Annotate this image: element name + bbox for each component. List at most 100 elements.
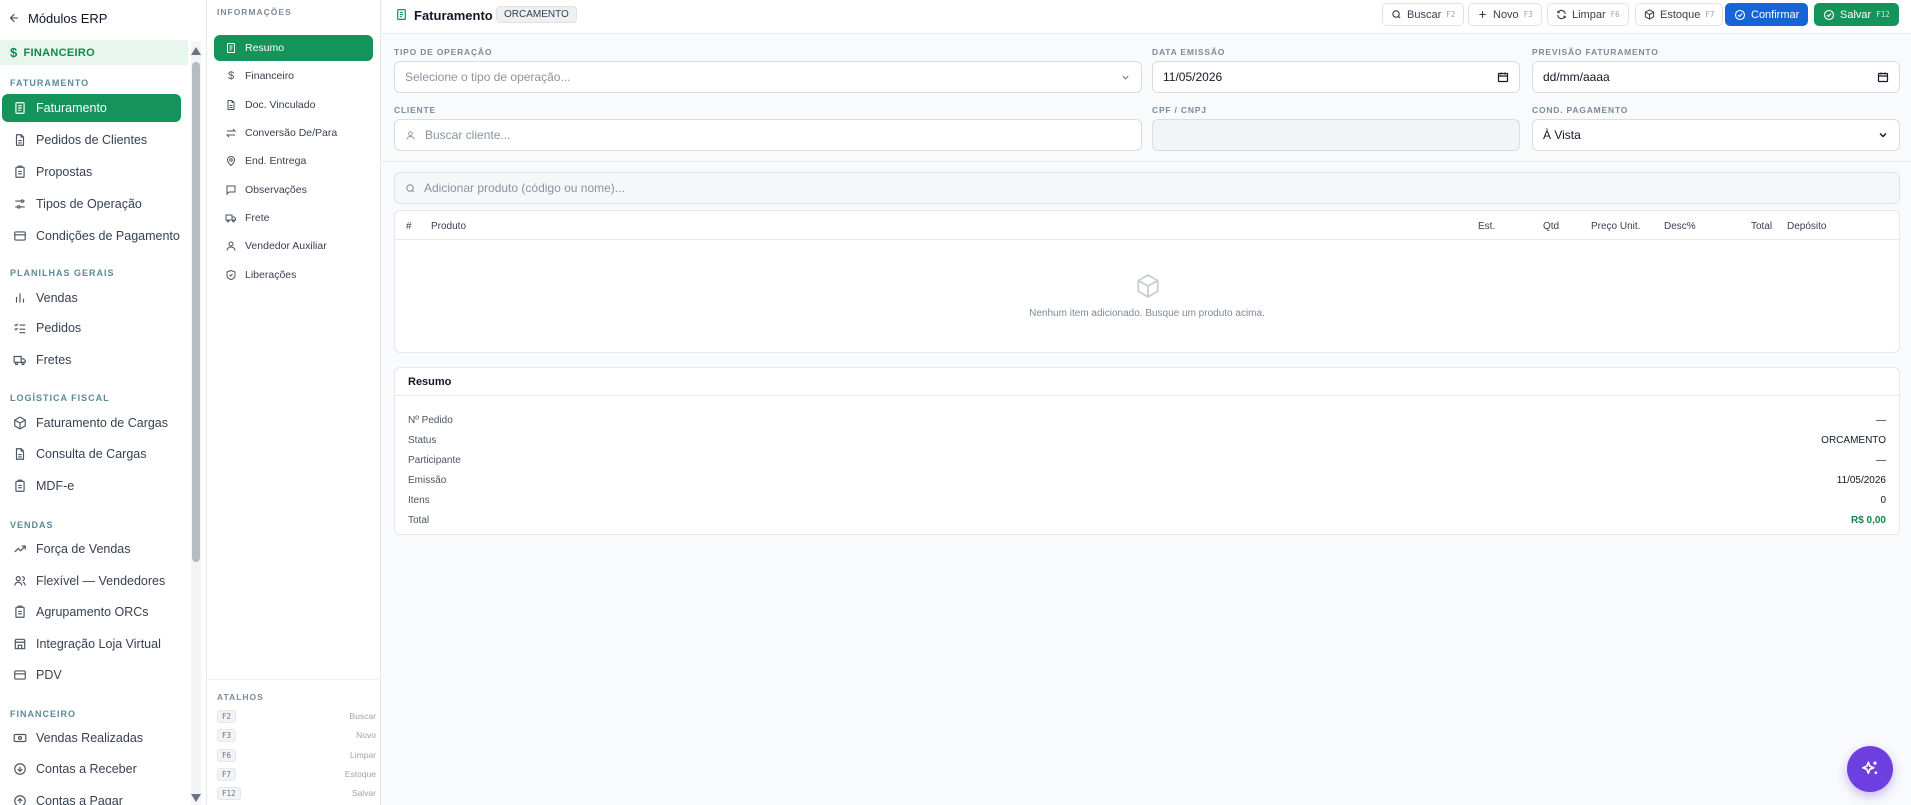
date-value: 11/05/2026	[1163, 70, 1223, 84]
clipboard-icon	[15, 165, 25, 178]
scroll-up-arrow[interactable]	[191, 47, 201, 55]
sidebar-item-faturamento[interactable]: Faturamento	[2, 94, 181, 122]
calendar-icon[interactable]	[1877, 71, 1889, 83]
shield-check-icon	[226, 269, 236, 281]
sliders-icon	[15, 199, 25, 209]
sidebar-item-mdfe[interactable]: MDF-e	[2, 472, 181, 500]
product-search-input[interactable]: Adicionar produto (código ou nome)...	[394, 172, 1900, 204]
estoque-button[interactable]: Estoque F7	[1635, 3, 1724, 26]
sidebar-item-contas-pagar[interactable]: Contas a Pagar	[2, 787, 181, 805]
confirmar-button[interactable]: Confirmar	[1725, 3, 1809, 26]
back-to-modules[interactable]: Módulos ERP	[0, 0, 206, 36]
column-header-preco: Preço Unit.	[1591, 221, 1641, 232]
calendar-icon[interactable]	[1497, 71, 1509, 83]
sidebar-item-fretes[interactable]: Fretes	[2, 346, 181, 374]
ai-assistant-button[interactable]	[1847, 746, 1893, 792]
subnav-item-doc-vinculado[interactable]: Doc. Vinculado	[214, 92, 373, 118]
shortcut-label: Limpar	[350, 750, 376, 760]
sidebar-item-contas-receber[interactable]: Contas a Receber	[2, 755, 181, 783]
arrow-down-circle-icon	[14, 763, 26, 775]
column-header-deposito: Depósito	[1787, 221, 1827, 232]
sidebar-scrollbar[interactable]	[191, 42, 201, 805]
search-icon	[406, 183, 415, 193]
buscar-button[interactable]: Buscar F2	[1382, 3, 1465, 26]
shortcut-hint: F2	[1446, 10, 1456, 19]
shortcut-label: Salvar	[351, 788, 376, 798]
subnav-item-liberacoes[interactable]: Liberações	[214, 262, 373, 288]
sidebar-item-label: Flexível — Vendedores	[36, 574, 166, 588]
subnav-item-vendedor-auxiliar[interactable]: Vendedor Auxiliar	[214, 233, 373, 259]
subnav-title: INFORMAÇÕES	[217, 7, 292, 17]
data-emissao-input[interactable]: 11/05/2026	[1152, 61, 1520, 93]
subnav-item-financeiro[interactable]: $ Financeiro	[214, 63, 373, 89]
cond-pagamento-select[interactable]: À Vista	[1532, 119, 1900, 151]
column-header-total: Total	[1751, 221, 1773, 232]
package-icon	[1137, 274, 1159, 298]
date-value: dd/mm/aaaa	[1543, 70, 1610, 84]
top-toolbar: Faturamento ORCAMENTO Buscar F2 Novo F3 …	[382, 0, 1911, 34]
sidebar-item-vendas[interactable]: Vendas	[2, 284, 181, 312]
sidebar-item-label: Contas a Pagar	[36, 794, 123, 805]
novo-button[interactable]: Novo F3	[1468, 3, 1542, 26]
sidebar-item-forca-vendas[interactable]: Força de Vendas	[2, 535, 181, 563]
subnav-item-conversao[interactable]: Conversão De/Para	[214, 120, 373, 146]
clipboard-icon	[15, 479, 25, 492]
sidebar-section-header[interactable]: $ FINANCEIRO	[0, 40, 188, 65]
summary-value: —	[1876, 415, 1886, 426]
summary-title: Resumo	[395, 368, 1899, 396]
sidebar-item-flexivel[interactable]: Flexível — Vendedores	[2, 567, 181, 595]
sidebar-item-label: Tipos de Operação	[36, 197, 142, 211]
subnav-item-observacoes[interactable]: Observações	[214, 177, 373, 203]
limpar-button[interactable]: Limpar F6	[1547, 3, 1629, 26]
sidebar-item-pdv[interactable]: PDV	[2, 661, 181, 689]
sidebar-item-condicoes-pagamento[interactable]: Condições de Pagamento	[2, 222, 181, 250]
summary-label: Status	[408, 435, 437, 446]
arrows-left-right-icon	[225, 128, 237, 138]
scroll-down-arrow[interactable]	[191, 794, 201, 802]
search-icon	[1392, 10, 1401, 19]
refresh-icon	[1557, 9, 1566, 20]
subnav-item-end-entrega[interactable]: End. Entrega	[214, 148, 373, 174]
column-header-produto: Produto	[431, 221, 467, 232]
summary-value: 0	[1880, 495, 1886, 506]
sidebar-item-agrupamento[interactable]: Agrupamento ORCs	[2, 598, 181, 626]
tipo-operacao-label: TIPO DE OPERAÇÃO	[394, 47, 493, 57]
bar-chart-icon	[15, 293, 25, 303]
sidebar-item-label: Faturamento de Cargas	[36, 416, 169, 430]
sidebar-item-faturamento-cargas[interactable]: Faturamento de Cargas	[2, 409, 181, 437]
shortcut-row: F12 Salvar	[217, 786, 376, 800]
sidebar-item-consulta-cargas[interactable]: Consulta de Cargas	[2, 440, 181, 468]
subnav-item-label: Liberações	[245, 269, 297, 281]
column-header-desc: Desc%	[1664, 221, 1696, 232]
shortcut-hint: F6	[1610, 10, 1620, 19]
sidebar-item-vendas-realizadas[interactable]: Vendas Realizadas	[2, 724, 181, 752]
sidebar-item-pedidos[interactable]: Pedidos	[2, 314, 181, 342]
button-label: Confirmar	[1751, 8, 1800, 21]
cliente-search-input[interactable]: Buscar cliente...	[394, 119, 1142, 151]
arrow-up-circle-icon	[14, 795, 26, 805]
button-label: Salvar	[1840, 8, 1872, 21]
back-label: Módulos ERP	[28, 10, 108, 26]
plus-icon	[1479, 11, 1486, 18]
cpf-cnpj-label: CPF / CNPJ	[1152, 105, 1207, 115]
sidebar-item-loja-virtual[interactable]: Integração Loja Virtual	[2, 630, 181, 658]
sidebar-item-propostas[interactable]: Propostas	[2, 158, 181, 186]
scrollbar-thumb[interactable]	[192, 62, 200, 562]
subnav-item-frete[interactable]: Frete	[214, 205, 373, 231]
summary-row: Emissão 11/05/2026	[408, 475, 1886, 486]
sidebar-item-tipos-operacao[interactable]: Tipos de Operação	[2, 190, 181, 218]
chevron-down-icon	[1879, 133, 1887, 138]
subnav-item-resumo[interactable]: Resumo	[214, 35, 373, 61]
subnav-item-label: Frete	[245, 212, 270, 224]
sidebar-item-label: Consulta de Cargas	[36, 447, 147, 461]
shortcut-hint: F12	[1876, 10, 1890, 19]
sidebar-item-pedidos-clientes[interactable]: Pedidos de Clientes	[2, 126, 181, 154]
button-label: Buscar	[1407, 8, 1442, 21]
shortcut-key: F7	[217, 767, 237, 781]
salvar-button[interactable]: Salvar F12	[1814, 3, 1899, 26]
package-icon	[1644, 9, 1655, 20]
previsao-input[interactable]: dd/mm/aaaa	[1532, 61, 1900, 93]
summary-label: Total	[408, 515, 430, 526]
tipo-operacao-select[interactable]: Selecione o tipo de operação...	[394, 61, 1142, 93]
subnav-item-label: Doc. Vinculado	[245, 99, 316, 111]
